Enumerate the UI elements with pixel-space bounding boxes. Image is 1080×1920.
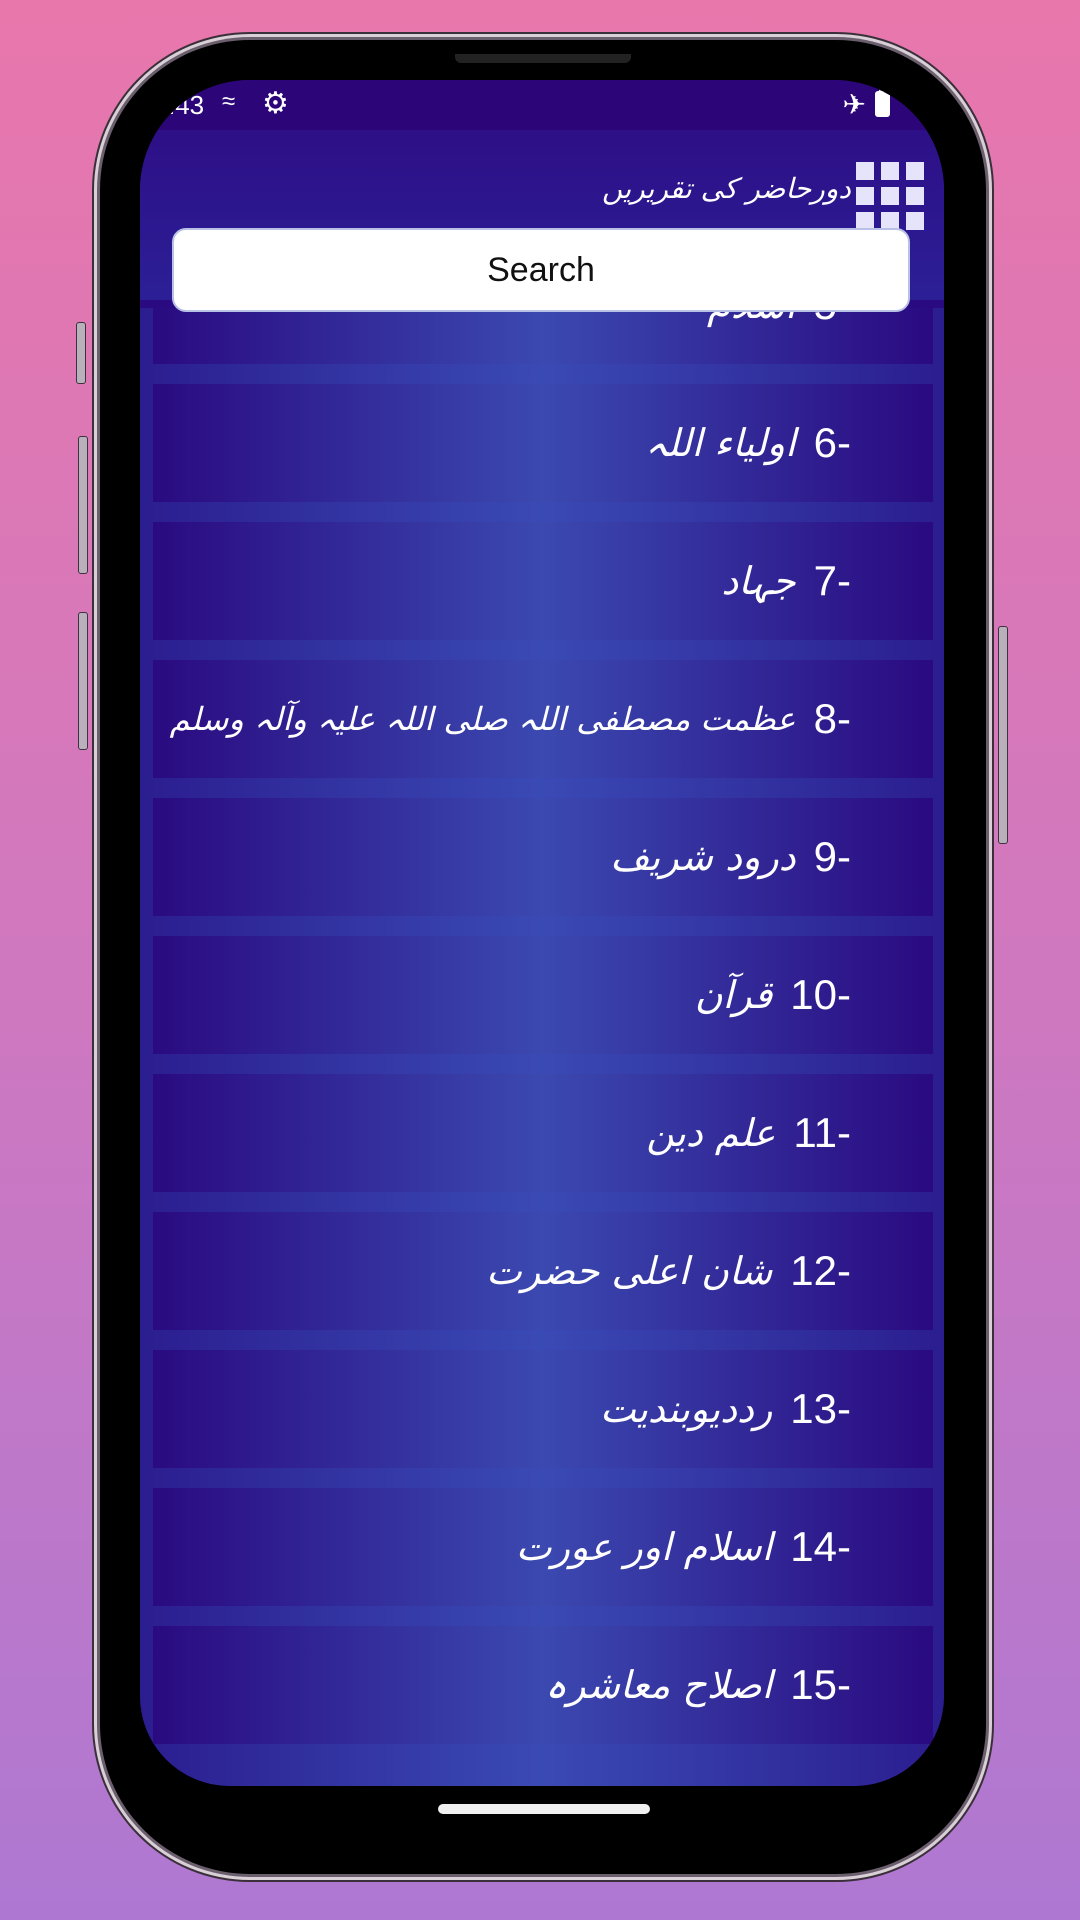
sync-off-icon: ≈: [222, 88, 236, 115]
list-item[interactable]: 6- اولیاء اللہ: [153, 384, 933, 502]
grid-cell: [856, 187, 874, 205]
app-title: دورحاضر کی تقریریں: [602, 172, 851, 205]
speech-list[interactable]: 5- اسلام 6- اولیاء اللہ 7- جہاد 8-: [140, 308, 944, 1786]
battery-icon: [875, 88, 890, 117]
list-item[interactable]: 7- جہاد: [153, 522, 933, 640]
list-item[interactable]: 13- رددیوبندیت: [153, 1350, 933, 1468]
list-item[interactable]: 12- شان اعلی حضرت: [153, 1212, 933, 1330]
list-item[interactable]: 5- اسلام: [153, 308, 933, 364]
list-item-number: 14-: [790, 1523, 851, 1570]
list-item-label: 6- اولیاء اللہ: [645, 419, 851, 467]
grid-cell: [881, 162, 899, 180]
list-item-title: جہاد: [721, 559, 796, 603]
speaker-grille: [455, 54, 631, 63]
list-item-number: 10-: [790, 971, 851, 1018]
list-item[interactable]: 9- درود شریف: [153, 798, 933, 916]
list-item-number: 15-: [790, 1661, 851, 1708]
list-item[interactable]: 15- اصلاح معاشرہ: [153, 1626, 933, 1744]
airplane-mode-icon: ✈: [842, 89, 866, 120]
list-item-title: اولیاء اللہ: [645, 421, 796, 465]
home-indicator[interactable]: [438, 1804, 650, 1814]
grid-cell: [906, 212, 924, 230]
list-item[interactable]: 11- علم دین: [153, 1074, 933, 1192]
list-item-title: قرآن: [694, 973, 773, 1017]
grid-cell: [906, 187, 924, 205]
power-button: [998, 626, 1008, 844]
list-item-title: درود شریف: [610, 835, 796, 879]
search-input[interactable]: Search: [172, 228, 910, 312]
list-item-number: 9-: [813, 833, 851, 880]
list-item[interactable]: 10- قرآن: [153, 936, 933, 1054]
grid-cell: [856, 162, 874, 180]
list-item-label: 10- قرآن: [695, 971, 851, 1019]
list-item-title: شان اعلی حضرت: [486, 1249, 773, 1293]
status-time: :43: [168, 90, 205, 120]
list-item-label: 9- درود شریف: [610, 833, 851, 881]
list-item-label: 11- علم دین: [646, 1109, 851, 1157]
list-item-title: علم دین: [646, 1111, 776, 1155]
screen: :43 ≈ ⚙ ✈ دورحاضر کی تقریریں 5- اسلام: [140, 80, 944, 1786]
list-item-label: 7- جہاد: [721, 557, 851, 605]
list-item-number: 7-: [813, 557, 851, 604]
list-item-title: اسلام اور عورت: [515, 1525, 773, 1569]
list-item-number: 13-: [790, 1385, 851, 1432]
list-item-title: اصلاح معاشرہ: [544, 1663, 773, 1707]
status-bar: :43 ≈ ⚙ ✈: [140, 80, 944, 130]
list-item-number: 12-: [790, 1247, 851, 1294]
mute-switch: [76, 322, 86, 384]
grid-cell: [881, 187, 899, 205]
volume-up-button: [78, 436, 88, 574]
phone-frame: :43 ≈ ⚙ ✈ دورحاضر کی تقریریں 5- اسلام: [76, 40, 1008, 1874]
list-item-label: 12- شان اعلی حضرت: [486, 1247, 851, 1295]
list-item-label: 8- عظمت مصطفی اللہ صلی اللہ علیہ وآلہ وس…: [170, 695, 851, 743]
volume-down-button: [78, 612, 88, 750]
list-item-title: رددیوبندیت: [600, 1387, 773, 1431]
list-item-label: 14- اسلام اور عورت: [516, 1523, 851, 1571]
list-item-number: 8-: [813, 695, 851, 742]
list-item-number: 11-: [793, 1109, 851, 1156]
grid-menu-icon[interactable]: [856, 162, 926, 232]
list-item-title: عظمت مصطفی اللہ صلی اللہ علیہ وآلہ وسلم: [169, 700, 796, 738]
grid-cell: [906, 162, 924, 180]
list-item[interactable]: 14- اسلام اور عورت: [153, 1488, 933, 1606]
list-item-label: 15- اصلاح معاشرہ: [545, 1661, 851, 1709]
list-item-label: 13- رددیوبندیت: [600, 1385, 851, 1433]
list-item[interactable]: 8- عظمت مصطفی اللہ صلی اللہ علیہ وآلہ وس…: [153, 660, 933, 778]
settings-gear-icon: ⚙: [262, 87, 289, 120]
list-item-number: 6-: [813, 419, 851, 466]
